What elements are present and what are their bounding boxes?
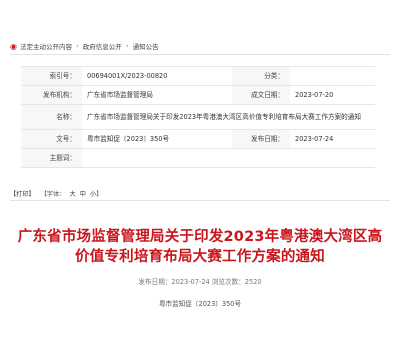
index-value: 00694001X/2023-00820 xyxy=(82,66,232,86)
subject-value xyxy=(82,148,375,168)
name-value: 广东省市场监督管理局关于印发2023年粤港澳大湾区高价值专利培育布局大赛工作方案… xyxy=(82,104,375,130)
created-date-label: 成文日期： xyxy=(232,85,290,105)
meta-row: 文号： 粤市监知促〔2023〕350号 发布日期： 2023-07-24 xyxy=(21,129,375,149)
breadcrumb: ◉ 法定主动公开内容 › 政府信息公开 › 通知公告 xyxy=(10,38,390,55)
breadcrumb-separator: › xyxy=(125,42,129,50)
category-label: 分类： xyxy=(232,66,290,86)
published-date-label: 发布日期： xyxy=(232,129,290,149)
breadcrumb-separator: › xyxy=(75,42,79,50)
document-meta-table: 索引号： 00694001X/2023-00820 分类： 发布机构： 广东省市… xyxy=(21,66,375,168)
breadcrumb-link-notices[interactable]: 通知公告 xyxy=(133,41,159,51)
category-value xyxy=(290,66,375,86)
document-number: 粤市监知促〔2023〕350号 xyxy=(158,300,242,308)
created-date-value: 2023-07-20 xyxy=(290,85,375,105)
published-date-value: 2023-07-24 xyxy=(290,129,375,149)
font-size-large-button[interactable]: 大 xyxy=(70,189,76,198)
subject-label: 主题词： xyxy=(21,148,82,168)
font-size-suffix: 】 xyxy=(96,190,103,198)
meta-row: 主题词： xyxy=(21,148,375,168)
meta-row: 索引号： 00694001X/2023-00820 分类： xyxy=(21,66,375,86)
meta-row: 发布机构： 广东省市场监督管理局 成文日期： 2023-07-20 xyxy=(21,85,375,105)
issuer-label: 发布机构： xyxy=(21,85,82,105)
article-title: 广东省市场监督管理局关于印发2023年粤港澳大湾区高价值专利培育布局大赛工作方案… xyxy=(17,229,383,265)
font-size-medium-button[interactable]: 中 xyxy=(80,189,86,198)
meta-row: 名称： 广东省市场监督管理局关于印发2023年粤港澳大湾区高价值专利培育布局大赛… xyxy=(21,104,375,130)
docno-label: 文号： xyxy=(21,129,82,149)
article-toolbar: 【打印】 【字体： 大 中 小 】 xyxy=(10,186,390,201)
font-size-prefix: 【字体： xyxy=(40,190,66,198)
name-label: 名称： xyxy=(21,104,82,130)
issuer-value: 广东省市场监督管理局 xyxy=(82,85,232,105)
docno-value: 粤市监知促〔2023〕350号 xyxy=(82,129,232,149)
print-button[interactable]: 【打印】 xyxy=(10,189,35,198)
publish-info: 发布日期：2023-07-24 浏览次数：2520 xyxy=(138,278,262,286)
index-label: 索引号： xyxy=(21,66,82,86)
breadcrumb-link-gov-info[interactable]: 政府信息公开 xyxy=(83,41,122,51)
location-pin-icon: ◉ xyxy=(10,41,17,51)
breadcrumb-link-public-content[interactable]: 法定主动公开内容 xyxy=(20,41,72,51)
